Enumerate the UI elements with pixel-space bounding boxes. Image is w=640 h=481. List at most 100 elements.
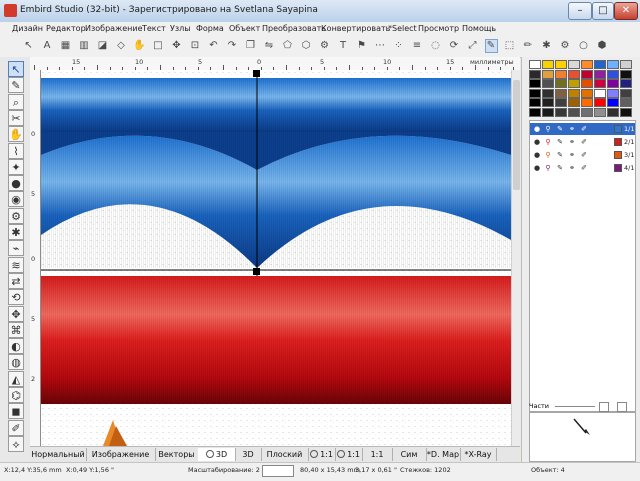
palette-swatch[interactable]: [555, 88, 567, 98]
chain-icon[interactable]: ⚭: [568, 151, 576, 159]
pin-icon[interactable]: ✐: [580, 164, 588, 172]
layer-color-chip[interactable]: [614, 164, 622, 172]
copy-icon[interactable]: ❐: [244, 39, 257, 53]
tool-icon[interactable]: ✎: [556, 138, 564, 146]
menu-item-6[interactable]: Форма: [196, 24, 224, 33]
maximize-button[interactable]: □: [592, 2, 614, 20]
tool-hand-icon[interactable]: ✋: [8, 126, 24, 143]
palette-swatch[interactable]: [607, 108, 619, 117]
palette-swatch[interactable]: [581, 60, 593, 69]
mirror-icon[interactable]: ⇋: [263, 39, 276, 53]
palette-swatch[interactable]: [581, 79, 593, 89]
star-icon[interactable]: ✱: [540, 39, 553, 53]
color-palette[interactable]: [529, 60, 633, 118]
palette-swatch[interactable]: [568, 88, 580, 98]
chain-icon[interactable]: ⚭: [568, 125, 576, 133]
grid-icon[interactable]: ▦: [59, 39, 72, 53]
palette-swatch[interactable]: [581, 69, 593, 79]
tab-3[interactable]: Векторы: [155, 448, 199, 461]
palette-swatch[interactable]: [555, 79, 567, 89]
layer-color-chip[interactable]: [614, 138, 622, 146]
palette-swatch[interactable]: [555, 60, 567, 69]
palette-swatch[interactable]: [568, 98, 580, 108]
palette-swatch[interactable]: [542, 88, 554, 98]
design-canvas[interactable]: [41, 70, 511, 446]
hand-icon[interactable]: ✋: [133, 39, 146, 53]
parts-slider[interactable]: [555, 406, 595, 407]
tool-triangle-icon[interactable]: ◭: [8, 370, 24, 387]
palette-swatch[interactable]: [594, 79, 606, 89]
tool-circle-icon[interactable]: ●: [8, 175, 24, 192]
dots-icon[interactable]: ⋯: [374, 39, 387, 53]
flag-icon[interactable]: ⚑: [355, 39, 368, 53]
node-icon[interactable]: ◇: [115, 39, 128, 53]
palette-swatch[interactable]: [620, 88, 632, 98]
palette-swatch[interactable]: [620, 98, 632, 108]
menu-item-12[interactable]: Помощь: [462, 24, 496, 33]
tool-pen-icon[interactable]: ✎: [8, 77, 24, 94]
palette-swatch[interactable]: [529, 108, 541, 117]
layer-row[interactable]: ● ⚲ ✎ ⚭ ✐ 1/1: [530, 123, 635, 135]
pin-icon[interactable]: ✐: [580, 125, 588, 133]
palette-swatch[interactable]: [555, 98, 567, 108]
move-icon[interactable]: ✥: [170, 39, 183, 53]
tool-square-icon[interactable]: ◼: [8, 403, 24, 420]
chain-icon[interactable]: ⚭: [568, 138, 576, 146]
palette-swatch[interactable]: [594, 98, 606, 108]
menu-item-8[interactable]: Преобразовать: [262, 24, 326, 33]
gear-2-icon[interactable]: ⚙: [559, 39, 572, 53]
layer-color-chip[interactable]: [614, 125, 622, 133]
scroll-thumb[interactable]: [513, 80, 520, 190]
parts-box-2[interactable]: [617, 402, 627, 412]
palette-swatch[interactable]: [568, 79, 580, 89]
pin-icon[interactable]: ✐: [580, 138, 588, 146]
palette-swatch[interactable]: [607, 79, 619, 89]
eye-icon[interactable]: ●: [533, 138, 541, 146]
menu-item-3[interactable]: Изображение: [85, 24, 143, 33]
tool-edit-icon[interactable]: ✐: [8, 419, 24, 436]
square-icon[interactable]: □: [152, 39, 165, 53]
parts-box-1[interactable]: [599, 402, 609, 412]
scale-icon[interactable]: ⤢: [466, 39, 479, 53]
palette-swatch[interactable]: [568, 60, 580, 69]
fill-icon[interactable]: ◪: [96, 39, 109, 53]
palette-swatch[interactable]: [594, 69, 606, 79]
palette-swatch[interactable]: [607, 88, 619, 98]
palette-swatch[interactable]: [620, 108, 632, 117]
tab-10[interactable]: Сим: [392, 448, 427, 461]
layer-row[interactable]: ● ⚲ ✎ ⚭ ✐ 4/1: [530, 162, 635, 174]
tab-8[interactable]: 1:1: [335, 448, 363, 461]
palette-swatch[interactable]: [529, 69, 541, 79]
pen-active-icon[interactable]: ✎: [484, 39, 498, 53]
menu-item-10[interactable]: *Select: [388, 24, 417, 33]
palette-swatch[interactable]: [581, 98, 593, 108]
menu-item-7[interactable]: Объект: [229, 24, 260, 33]
tool-wave-icon[interactable]: ⌁: [8, 240, 24, 257]
tool-rotate-icon[interactable]: ⟲: [8, 289, 24, 306]
tab-4[interactable]: 3D: [198, 448, 236, 461]
tool-icon[interactable]: ✎: [556, 151, 564, 159]
tool-asterisk-icon[interactable]: ✱: [8, 224, 24, 240]
tab-9[interactable]: 1:1: [362, 448, 393, 461]
chain-icon[interactable]: ⚭: [568, 164, 576, 172]
menu-item-1[interactable]: Дизайн: [12, 24, 43, 33]
palette-swatch[interactable]: [594, 60, 606, 69]
eye-icon[interactable]: ●: [533, 164, 541, 172]
menu-item-5[interactable]: Узлы: [170, 24, 191, 33]
palette-swatch[interactable]: [568, 69, 580, 79]
lasso-icon[interactable]: ◌: [429, 39, 442, 53]
tool-gear-icon[interactable]: ⚙: [8, 207, 24, 224]
pin-icon[interactable]: ✐: [580, 151, 588, 159]
tab-5[interactable]: 3D: [235, 448, 262, 461]
needle-icon[interactable]: ⚲: [544, 151, 552, 159]
circle-icon[interactable]: ○: [577, 39, 590, 53]
palette-swatch[interactable]: [594, 88, 606, 98]
tool-curve-icon[interactable]: ⌇: [8, 142, 24, 159]
eye-icon[interactable]: ●: [533, 151, 541, 159]
align-icon[interactable]: ≡: [411, 39, 424, 53]
palette-swatch[interactable]: [594, 108, 606, 117]
tab-2[interactable]: Изображение: [86, 448, 156, 461]
layer-color-chip[interactable]: [614, 151, 622, 159]
tool-target-icon[interactable]: ◉: [8, 191, 24, 208]
needle-icon[interactable]: ⚲: [544, 138, 552, 146]
